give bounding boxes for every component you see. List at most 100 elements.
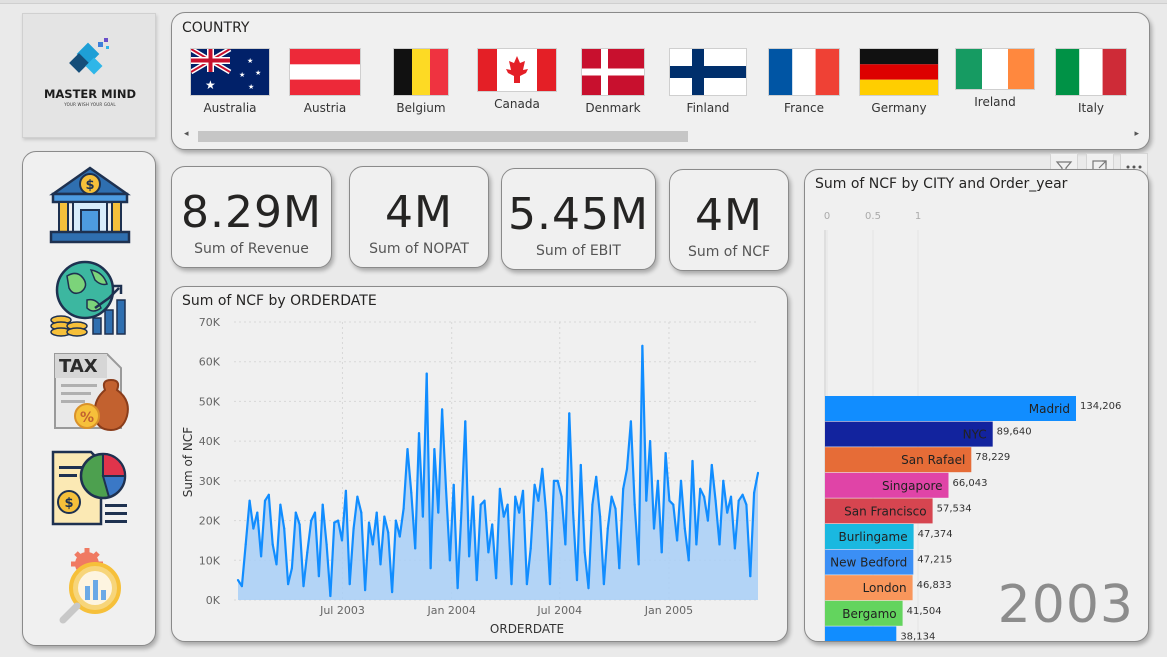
country-tile-canada[interactable]: Canada [472, 49, 562, 111]
country-tile-finland[interactable]: Finland [663, 49, 753, 115]
svg-text:★: ★ [255, 69, 261, 77]
country-tile-italy[interactable]: Italy [1046, 49, 1136, 115]
y-tick-label: 10K [199, 554, 221, 567]
svg-text:★: ★ [248, 83, 254, 91]
nav-panel: $ TAX % $ [22, 151, 156, 646]
y-tick-label: 60K [199, 356, 221, 369]
country-label: Finland [686, 101, 730, 115]
italy-flag-icon [1056, 49, 1126, 95]
country-tile-denmark[interactable]: Denmark [568, 49, 658, 115]
bank-dollar-icon[interactable]: $ [47, 164, 133, 246]
country-label: Canada [494, 97, 540, 111]
year-indicator: 2003 [997, 575, 1134, 635]
city-bar-label: Singapore [882, 479, 943, 493]
bar-data-label: 38,134 [900, 631, 935, 641]
country-label: Italy [1077, 101, 1105, 115]
scroll-left-icon[interactable]: ◂ [184, 129, 189, 139]
mastermind-logo-icon [69, 38, 109, 75]
kpi-value: 5.45M [508, 189, 649, 240]
top-border [0, 0, 1167, 4]
canada-flag-icon [478, 49, 556, 91]
svg-text:★: ★ [247, 57, 253, 65]
kpi-label: Sum of NCF [687, 244, 771, 260]
austria-flag-icon [290, 49, 360, 95]
country-tile-austria[interactable]: Austria [280, 49, 370, 115]
globe-growth-icon[interactable] [47, 256, 133, 338]
denmark-flag-icon [582, 49, 644, 95]
country-label: Australia [203, 101, 257, 115]
scroll-right-icon[interactable]: ▸ [1134, 129, 1139, 139]
bar-data-label: 41,504 [907, 606, 942, 617]
belgium-flag-icon [394, 49, 448, 95]
bar-data-label: 57,534 [937, 503, 972, 514]
y-tick-label: 20K [199, 515, 221, 528]
svg-text:TAX: TAX [59, 356, 98, 377]
city-bar-label: New Bedford [830, 556, 907, 570]
ncf-by-orderdate-chart[interactable]: Sum of NCF by ORDERDATE 0K 10K 20K 30K 40K 50… [171, 286, 788, 642]
city-bar-label: Burlingame [839, 530, 908, 544]
kpi-label: Sum of EBIT [536, 243, 621, 259]
y-tick-label: 70K [199, 316, 221, 329]
y-tick-label: 0K [206, 594, 221, 607]
bar-data-label: 134,206 [1080, 401, 1121, 412]
scrollbar-thumb[interactable] [198, 131, 688, 142]
tax-document-icon[interactable]: TAX % [47, 350, 133, 432]
x-tick-label: Jul 2004 [536, 604, 582, 617]
x-axis-title: ORDERDATE [490, 622, 564, 636]
kpi-value: 4M [385, 187, 453, 238]
svg-text:★: ★ [205, 78, 216, 92]
country-tile-australia[interactable]: ★ ★ ★ ★ ★ Australia [185, 49, 275, 115]
kpi-card-nopat: 4M Sum of NOPAT [349, 166, 489, 268]
analytics-search-icon[interactable] [47, 542, 133, 624]
bar-data-label: 66,043 [953, 478, 988, 489]
country-tile-germany[interactable]: Germany [854, 49, 944, 115]
slicer-scrollbar[interactable]: ◂ ▸ [184, 129, 1139, 143]
ncf-area-fill [238, 345, 758, 600]
country-label: Denmark [585, 101, 641, 115]
country-label: Belgium [396, 101, 446, 115]
ncf-by-city-chart[interactable]: Sum of NCF by CITY and Order_year 0 0.5 1 … [804, 169, 1149, 642]
slicer-title: COUNTRY [182, 20, 250, 36]
finland-flag-icon [670, 49, 746, 95]
city-bar-label: London [863, 581, 907, 595]
ireland-flag-icon [956, 49, 1034, 89]
bar-data-label: 78,229 [975, 452, 1010, 463]
country-label: France [784, 101, 824, 115]
bar-chart-canvas: 0 0.5 1 Madrid 134,206 NYC 89,640 San Rafael 78… [824, 211, 1121, 641]
city-bar-label: NYC [963, 428, 987, 442]
kpi-card-ebit: 5.45M Sum of EBIT [501, 168, 656, 270]
x-tick-label: Jul 2003 [319, 604, 365, 617]
brand-tagline: YOUR WISH YOUR GOAL [64, 102, 116, 107]
country-label: Austria [303, 101, 347, 115]
svg-text:%: % [80, 410, 94, 426]
brand-logo: MASTER MIND YOUR WISH YOUR GOAL [22, 13, 156, 138]
svg-text:$: $ [85, 178, 94, 193]
x-tick-label: 0.5 [865, 211, 881, 222]
country-tile-belgium[interactable]: Belgium [376, 49, 466, 115]
x-tick-label: Jan 2005 [644, 604, 693, 617]
kpi-value: 8.29M [181, 187, 322, 238]
x-tick-label: Jan 2004 [426, 604, 475, 617]
germany-flag-icon [860, 49, 938, 95]
bar-data-label: 47,215 [917, 555, 952, 566]
city-bar-label: Madrid [1029, 402, 1070, 416]
kpi-label: Sum of Revenue [194, 241, 309, 257]
kpi-label: Sum of NOPAT [369, 241, 469, 257]
x-tick-label: 1 [915, 211, 921, 222]
y-tick-label: 50K [199, 395, 221, 408]
svg-text:$: $ [64, 496, 73, 511]
bar-data-label: 89,640 [997, 427, 1032, 438]
city-bar[interactable] [825, 626, 897, 641]
x-tick-label: 0 [824, 211, 830, 222]
bar-data-label: 46,833 [917, 580, 952, 591]
kpi-card-revenue: 8.29M Sum of Revenue [171, 166, 332, 268]
country-label: Ireland [974, 95, 1016, 109]
country-tile-ireland[interactable]: Ireland [950, 49, 1040, 109]
city-bar-label: San Francisco [844, 504, 926, 518]
brand-name: MASTER MIND [43, 87, 137, 101]
svg-text:★: ★ [239, 71, 245, 79]
city-bar-label: Bergamo [842, 607, 896, 621]
financial-report-icon[interactable]: $ [47, 446, 133, 528]
y-axis-title: Sum of NCF [181, 427, 195, 497]
country-tile-france[interactable]: France [759, 49, 849, 115]
